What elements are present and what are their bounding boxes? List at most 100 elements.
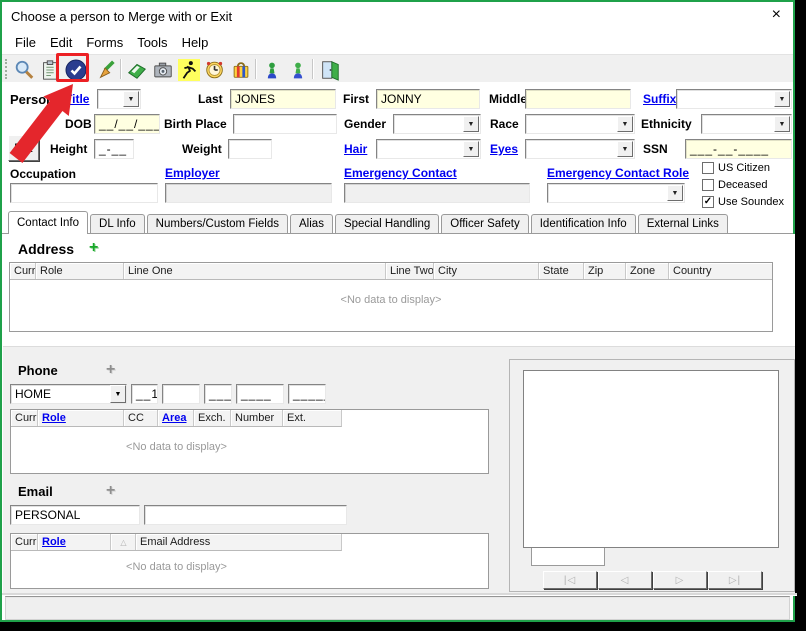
deceased-checkbox[interactable]: Deceased: [702, 179, 768, 191]
column-header-line-two[interactable]: Line Two: [386, 263, 434, 279]
column-header-line-one[interactable]: Line One: [124, 263, 386, 279]
column-header-cc[interactable]: CC: [124, 410, 158, 426]
ethnicity-select[interactable]: ▼: [701, 114, 792, 134]
menu-edit[interactable]: Edit: [43, 33, 79, 52]
tab-alias[interactable]: Alias: [290, 214, 333, 234]
bag-icon[interactable]: [229, 58, 253, 82]
ssn-field[interactable]: ___-__-____: [685, 139, 792, 159]
height-field[interactable]: _-__: [94, 139, 134, 159]
use-soundex-checkbox[interactable]: ✓ Use Soundex: [702, 196, 784, 208]
column-header-area[interactable]: Area: [158, 410, 194, 426]
chevron-down-icon[interactable]: ▼: [110, 385, 126, 403]
chevron-down-icon[interactable]: ▼: [617, 141, 633, 157]
runner-icon[interactable]: [177, 58, 201, 82]
record-prev-button[interactable]: ◁: [598, 571, 652, 589]
checkbox-mark[interactable]: ✓: [702, 196, 714, 208]
weight-field[interactable]: [228, 139, 272, 159]
column-header-curr[interactable]: Curr: [11, 410, 38, 426]
checkbox-mark[interactable]: [702, 179, 714, 191]
checkbox-mark[interactable]: [702, 162, 714, 174]
middle-name-field[interactable]: [525, 89, 631, 109]
address-grid[interactable]: Curr Role Line One Line Two City State Z…: [9, 262, 773, 332]
phone-number-field[interactable]: ____: [236, 384, 284, 404]
chevron-down-icon[interactable]: ▼: [774, 91, 790, 107]
dob-field[interactable]: __/__/____: [94, 114, 160, 134]
menu-forms[interactable]: Forms: [79, 33, 130, 52]
record-next-button[interactable]: ▷: [653, 571, 707, 589]
add-email-icon[interactable]: +: [106, 482, 115, 500]
emergency-contact-role-select[interactable]: ▼: [547, 183, 685, 203]
add-phone-icon[interactable]: +: [106, 361, 115, 379]
title-link[interactable]: Title: [65, 92, 89, 106]
tab-external-links[interactable]: External Links: [638, 214, 728, 234]
chevron-down-icon[interactable]: ▼: [774, 116, 790, 132]
record-last-button[interactable]: ▷|: [708, 571, 762, 589]
book-icon[interactable]: [125, 58, 149, 82]
column-header-role[interactable]: Role: [36, 263, 124, 279]
tab-contact-info[interactable]: Contact Info: [8, 211, 88, 234]
suffix-link[interactable]: Suffix: [643, 92, 676, 106]
column-header-exch[interactable]: Exch.: [194, 410, 231, 426]
person-blue-icon[interactable]: [260, 58, 284, 82]
title-select[interactable]: ▼: [97, 89, 141, 109]
chevron-down-icon[interactable]: ▼: [667, 185, 683, 201]
column-header-ext[interactable]: Ext.: [283, 410, 341, 426]
column-header-number[interactable]: Number: [231, 410, 283, 426]
phone-cc-field[interactable]: __1: [131, 384, 158, 404]
suffix-select[interactable]: ▼: [676, 89, 792, 109]
column-header-curr[interactable]: Curr: [10, 263, 36, 279]
hair-link[interactable]: Hair: [344, 142, 367, 156]
tab-dl-info[interactable]: DL Info: [90, 214, 145, 234]
last-name-field[interactable]: JONES: [230, 89, 336, 109]
record-first-button[interactable]: |◁: [543, 571, 597, 589]
clock-icon[interactable]: [203, 58, 227, 82]
email-address-field[interactable]: [144, 505, 347, 525]
close-icon[interactable]: ×: [772, 7, 781, 23]
camera-icon[interactable]: [151, 58, 175, 82]
tab-identification-info[interactable]: Identification Info: [531, 214, 636, 234]
column-header-role[interactable]: Role: [38, 410, 124, 426]
phone-area-select[interactable]: [162, 384, 200, 404]
tab-numbers-custom-fields[interactable]: Numbers/Custom Fields: [147, 214, 288, 234]
email-type-select[interactable]: PERSONAL: [10, 505, 140, 525]
column-header-email-address[interactable]: Email Address: [136, 534, 341, 550]
column-header-zip[interactable]: Zip: [584, 263, 626, 279]
hair-select[interactable]: ▼: [376, 139, 481, 159]
emergency-contact-role-link[interactable]: Emergency Contact Role: [547, 166, 689, 180]
email-grid[interactable]: Curr Role △ Email Address <No data to di…: [10, 533, 489, 589]
birth-place-field[interactable]: [233, 114, 337, 134]
search-icon[interactable]: [12, 58, 36, 82]
dl-button[interactable]: D/L: [8, 135, 39, 161]
menu-tools[interactable]: Tools: [130, 33, 174, 52]
tab-officer-safety[interactable]: Officer Safety: [441, 214, 528, 234]
add-address-icon[interactable]: +: [89, 239, 98, 257]
chevron-down-icon[interactable]: ▼: [123, 91, 139, 107]
column-header-zone[interactable]: Zone: [626, 263, 669, 279]
first-name-field[interactable]: JONNY: [376, 89, 480, 109]
phone-exchange-field[interactable]: ___: [204, 384, 232, 404]
column-header-city[interactable]: City: [434, 263, 539, 279]
chevron-down-icon[interactable]: ▼: [463, 116, 479, 132]
race-select[interactable]: ▼: [525, 114, 635, 134]
emergency-contact-link[interactable]: Emergency Contact: [344, 166, 457, 180]
column-header-state[interactable]: State: [539, 263, 584, 279]
phone-ext-field[interactable]: _____: [288, 384, 326, 404]
occupation-field[interactable]: [10, 183, 158, 203]
eyes-link[interactable]: Eyes: [490, 142, 518, 156]
person-green-icon[interactable]: [286, 58, 310, 82]
menu-file[interactable]: File: [8, 33, 43, 52]
us-citizen-checkbox[interactable]: US Citizen: [702, 162, 770, 174]
brush-icon[interactable]: [94, 58, 118, 82]
exit-door-icon[interactable]: [318, 58, 342, 82]
gender-select[interactable]: ▼: [393, 114, 481, 134]
tab-special-handling[interactable]: Special Handling: [335, 214, 439, 234]
chevron-down-icon[interactable]: ▼: [617, 116, 633, 132]
column-header-role[interactable]: Role: [38, 534, 111, 550]
eyes-select[interactable]: ▼: [525, 139, 635, 159]
employer-link[interactable]: Employer: [165, 166, 220, 180]
column-header-country[interactable]: Country: [669, 263, 772, 279]
menu-help[interactable]: Help: [175, 33, 216, 52]
column-header-curr[interactable]: Curr: [11, 534, 38, 550]
phone-grid[interactable]: Curr Role CC Area Exch. Number Ext. <No …: [10, 409, 489, 474]
chevron-down-icon[interactable]: ▼: [463, 141, 479, 157]
